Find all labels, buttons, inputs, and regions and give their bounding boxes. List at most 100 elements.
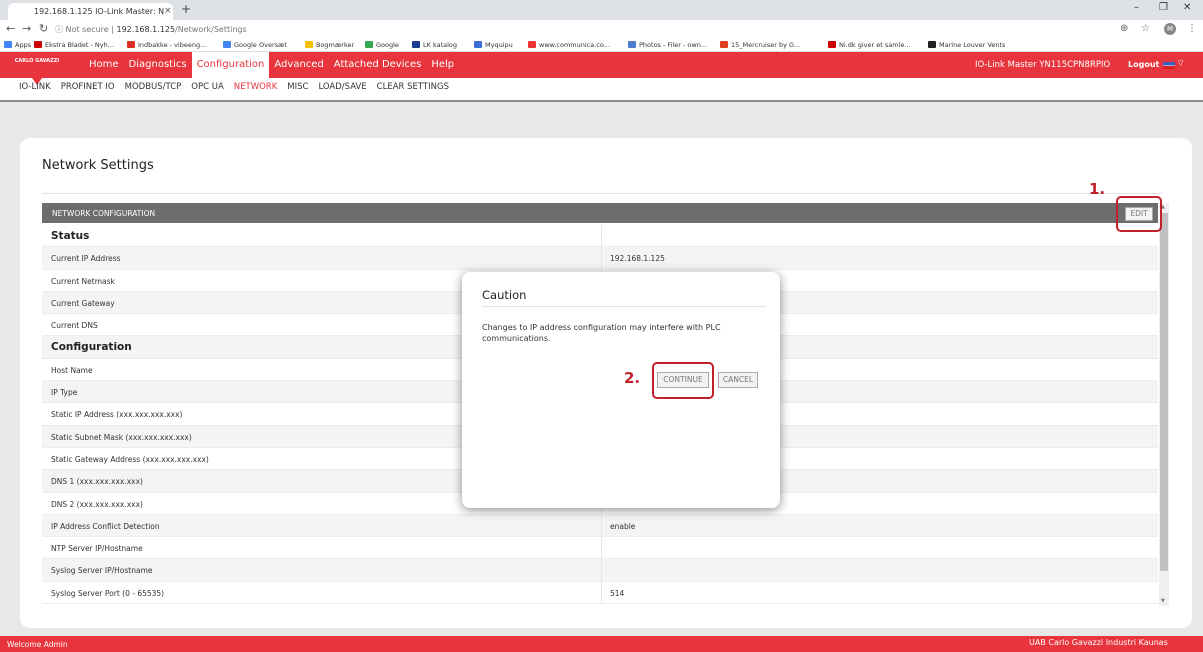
subnav-load-save[interactable]: LOAD/SAVE (318, 82, 366, 96)
bookmark-item[interactable]: Google (365, 41, 399, 49)
subnav-clear-settings[interactable]: CLEAR SETTINGS (377, 82, 449, 96)
annotation-box-edit (1116, 196, 1162, 232)
subnav-misc[interactable]: MISC (287, 82, 308, 96)
header-divider (0, 100, 1203, 102)
nav-help[interactable]: Help (426, 52, 459, 78)
subnav-io-link[interactable]: IO-LINK (19, 82, 51, 96)
reload-icon[interactable]: ↻ (39, 22, 48, 35)
translate-icon (223, 41, 231, 48)
maximize-icon[interactable]: ❐ (1159, 2, 1168, 13)
row-label: IP Address Conflict Detection (42, 514, 602, 537)
back-icon[interactable]: ← (6, 22, 15, 35)
network-configuration-header: NETWORK CONFIGURATION (42, 203, 1158, 223)
bookmark-item[interactable]: Myquipu (474, 41, 513, 49)
table-row: NTP Server IP/Hostname (42, 537, 1158, 560)
row-label: Syslog Server Port (0 - 65535) (42, 581, 602, 604)
bookmark-star-icon[interactable]: ☆ (1141, 23, 1150, 34)
scrollbar-thumb[interactable] (1160, 213, 1168, 571)
title-divider (42, 193, 1162, 194)
browser-menu-icon[interactable]: ⋮ (1187, 23, 1197, 34)
device-name: IO-Link Master YN115CPN8RPIO (975, 60, 1111, 70)
sub-nav: IO-LINK PROFINET IO MODBUS/TCP OPC UA NE… (19, 82, 449, 96)
bookmark-item[interactable]: 15_Mercruiser by G... (720, 41, 800, 49)
cancel-button[interactable]: CANCEL (718, 372, 758, 388)
bookmark-item[interactable]: Marine Louver Vents (928, 41, 1005, 49)
row-label: Status (42, 225, 602, 247)
minimize-icon[interactable]: – (1134, 2, 1139, 13)
welcome-text: Welcome Admin (7, 640, 68, 649)
subnav-opc-ua[interactable]: OPC UA (191, 82, 224, 96)
row-label: Current IP Address (42, 247, 602, 269)
table-row-status: Status (42, 225, 1158, 248)
marine-icon (928, 41, 936, 48)
table-row: Current IP Address 192.168.1.125 (42, 247, 1158, 270)
url-field[interactable]: ⓘ Not secure | 192.168.1.125/Network/Set… (55, 24, 247, 35)
url-host: 192.168.1.125 (116, 25, 176, 34)
footer-bar: Welcome Admin UAB Carlo Gavazzi Industri… (0, 636, 1203, 652)
communica-icon (528, 41, 536, 48)
dialog-title: Caution (482, 288, 527, 302)
url-path: /Network/Settings (175, 25, 247, 34)
folder-icon (305, 41, 313, 48)
chevron-down-icon[interactable]: ▽ (1178, 59, 1183, 67)
annotation-box-continue (652, 362, 714, 399)
bookmark-item[interactable]: Bogmærker (305, 41, 354, 49)
forward-icon[interactable]: → (22, 22, 31, 35)
subnav-network[interactable]: NETWORK (234, 82, 278, 96)
caution-dialog: Caution Changes to IP address configurat… (462, 272, 780, 508)
row-value (602, 225, 1158, 246)
nav-attached-devices[interactable]: Attached Devices (329, 52, 427, 78)
scroll-down-icon[interactable]: ▼ (1161, 598, 1165, 604)
row-value (602, 537, 1158, 558)
zoom-icon[interactable]: ⊕ (1120, 23, 1128, 34)
row-value: 514 (610, 588, 625, 598)
browser-tabstrip: 192.168.1.125 IO-Link Master: N × + – ❐ … (0, 0, 1203, 20)
profile-avatar[interactable]: M (1164, 23, 1176, 35)
subnav-modbus-tcp[interactable]: MODBUS/TCP (125, 82, 182, 96)
bookmark-apps[interactable]: Apps (4, 41, 31, 49)
close-window-icon[interactable]: ✕ (1183, 2, 1191, 13)
table-row: IP Address Conflict Detection enable (42, 514, 1158, 538)
lk-icon (412, 41, 420, 48)
table-row: Syslog Server IP/Hostname (42, 559, 1158, 582)
bookmarks-bar: Apps Ekstra Bladet - Nyh... Indbakke - v… (0, 38, 1203, 52)
new-tab-icon[interactable]: + (181, 2, 191, 16)
bookmark-item[interactable]: www.communica.co... (528, 41, 610, 49)
section-title: NETWORK CONFIGURATION (52, 209, 156, 218)
nav-configuration[interactable]: Configuration (191, 52, 270, 78)
logo-text: CARLO GAVAZZI (14, 58, 60, 64)
bookmark-item[interactable]: Google Oversæt (223, 41, 287, 49)
logout-link[interactable]: Logout (1128, 60, 1159, 69)
row-label: Syslog Server IP/Hostname (42, 559, 602, 581)
gmail-icon (127, 41, 135, 48)
browser-tab-title: 192.168.1.125 IO-Link Master: N (34, 7, 165, 16)
row-label: NTP Server IP/Hostname (42, 537, 602, 559)
bookmark-item[interactable]: Photos - Filer - own... (628, 41, 707, 49)
google-icon (365, 41, 373, 48)
main-nav: Home Diagnostics Configuration Advanced … (84, 52, 459, 78)
nav-diagnostics[interactable]: Diagnostics (124, 52, 192, 78)
row-value (602, 559, 1158, 580)
language-flag-icon[interactable] (1163, 62, 1175, 69)
bookmark-item[interactable]: Indbakke - vibeeng... (127, 41, 206, 49)
bookmark-favicon-icon (34, 41, 42, 48)
row-value: enable (610, 521, 636, 531)
photos-icon (628, 41, 636, 48)
nav-advanced[interactable]: Advanced (269, 52, 328, 78)
bookmark-item[interactable]: Ni.dk giver et samle... (828, 41, 911, 49)
security-indicator[interactable]: ⓘ Not secure (55, 25, 109, 34)
browser-tab[interactable]: 192.168.1.125 IO-Link Master: N × (8, 3, 173, 20)
dialog-message: Changes to IP address configuration may … (482, 323, 721, 343)
close-tab-icon[interactable]: × (164, 6, 172, 16)
row-value: 192.168.1.125 (610, 254, 665, 264)
address-bar: ← → ↻ ⓘ Not secure | 192.168.1.125/Netwo… (0, 20, 1203, 38)
nav-home[interactable]: Home (84, 52, 124, 78)
table-row: Syslog Server Port (0 - 65535) 514 (42, 581, 1158, 605)
bookmark-item[interactable]: Ekstra Bladet - Nyh... (34, 41, 114, 49)
nidk-icon (828, 41, 836, 48)
annotation-step-2: 2. (624, 369, 641, 387)
mercruiser-icon (720, 41, 728, 48)
subnav-profinet-io[interactable]: PROFINET IO (61, 82, 115, 96)
bookmark-item[interactable]: LK katalog (412, 41, 457, 49)
company-name: UAB Carlo Gavazzi Industri Kaunas (1029, 638, 1168, 647)
